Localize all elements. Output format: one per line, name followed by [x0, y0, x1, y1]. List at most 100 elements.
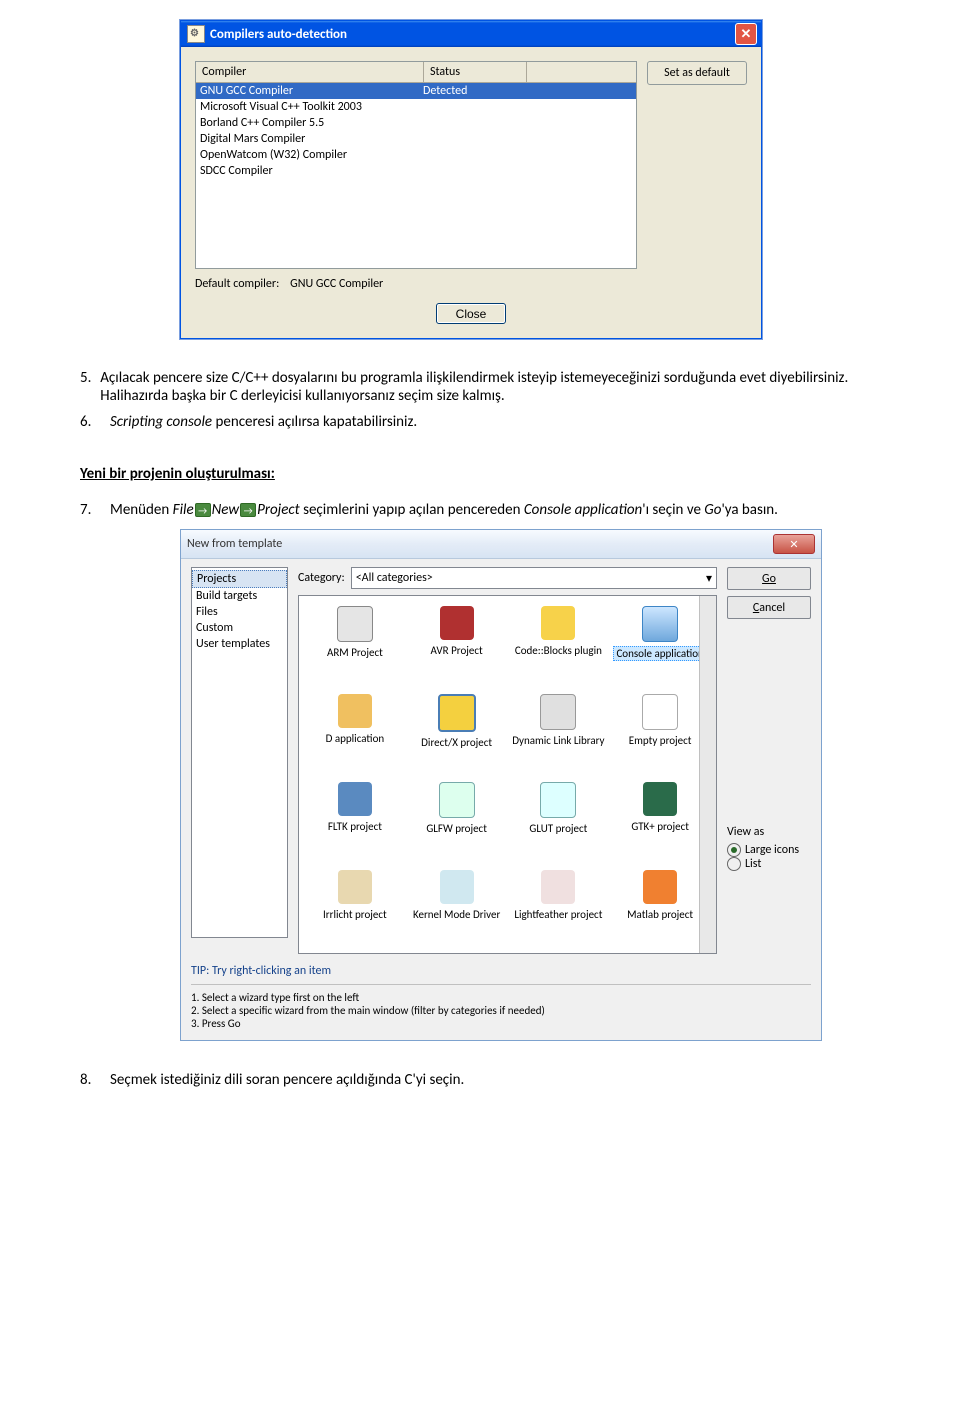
- titlebar: New from template ✕: [181, 530, 821, 559]
- compiler-list[interactable]: Compiler Status GNU GCC CompilerDetected…: [195, 61, 637, 269]
- template-icon: [438, 694, 476, 732]
- compiler-status: [419, 100, 636, 114]
- category-label: Category:: [298, 571, 345, 585]
- template-label: Dynamic Link Library: [512, 734, 604, 747]
- template-item[interactable]: Dynamic Link Library: [509, 690, 609, 776]
- compiler-name: Digital Mars Compiler: [196, 132, 419, 146]
- step-number: 5.: [80, 369, 100, 405]
- template-item[interactable]: Console application: [610, 602, 710, 688]
- wizard-type-item[interactable]: Custom: [192, 620, 287, 636]
- compiler-row[interactable]: Borland C++ Compiler 5.5: [196, 115, 636, 131]
- template-label: Kernel Mode Driver: [413, 908, 500, 921]
- titlebar: Compilers auto-detection ✕: [181, 21, 761, 47]
- close-button[interactable]: Close: [436, 303, 506, 324]
- compiler-status: [419, 116, 636, 130]
- menu-project: Project: [257, 501, 300, 519]
- step-number: 7.: [80, 501, 110, 519]
- category-row: Category: <All categories> ▾: [298, 567, 717, 589]
- wizard-type-item[interactable]: Projects: [192, 570, 287, 588]
- template-label: AVR Project: [431, 644, 483, 657]
- step-6: 6. Scripting console penceresi açılırsa …: [80, 413, 880, 431]
- template-item[interactable]: AVR Project: [407, 602, 507, 688]
- step-body: Seçmek istediğiniz dili soran pencere aç…: [110, 1071, 464, 1089]
- col-status-header[interactable]: Status: [424, 62, 527, 82]
- template-item[interactable]: Lightfeather project: [509, 866, 609, 952]
- template-label: Empty project: [629, 734, 692, 747]
- template-icon: [541, 870, 575, 904]
- compiler-row[interactable]: OpenWatcom (W32) Compiler: [196, 147, 636, 163]
- wizard-type-item[interactable]: Build targets: [192, 588, 287, 604]
- section-heading: Yeni bir projenin oluşturulması:: [80, 465, 880, 483]
- compiler-row[interactable]: Digital Mars Compiler: [196, 131, 636, 147]
- step-7: 7. Menüden File→New→Project seçimlerini …: [80, 501, 880, 519]
- wizard-type-item[interactable]: Files: [192, 604, 287, 620]
- footer-steps: 1. Select a wizard type first on the lef…: [191, 984, 811, 1030]
- compiler-row[interactable]: SDCC Compiler: [196, 163, 636, 179]
- chevron-down-icon: ▾: [706, 571, 712, 586]
- template-label: Lightfeather project: [514, 908, 602, 921]
- template-label: Matlab project: [627, 908, 693, 921]
- compiler-name: OpenWatcom (W32) Compiler: [196, 148, 419, 162]
- step-8: 8. Seçmek istediğiniz dili soran pencere…: [80, 1071, 880, 1089]
- template-item[interactable]: Irrlicht project: [305, 866, 405, 952]
- compiler-name: Microsoft Visual C++ Toolkit 2003: [196, 100, 419, 114]
- template-grid[interactable]: ARM Project AVR Project Code::Blocks plugi…: [298, 595, 717, 954]
- set-default-button[interactable]: Set as default: [647, 61, 747, 85]
- step-body: Scripting console penceresi açılırsa kap…: [110, 413, 417, 431]
- template-label: D application: [326, 732, 385, 745]
- list-header: Compiler Status: [196, 62, 636, 83]
- wizard-type-item[interactable]: User templates: [192, 636, 287, 652]
- compiler-row[interactable]: Microsoft Visual C++ Toolkit 2003: [196, 99, 636, 115]
- view-as-label: View as: [727, 825, 811, 839]
- template-item[interactable]: Direct/X project: [407, 690, 507, 776]
- template-icon: [643, 782, 677, 816]
- arrow-right-icon: →: [240, 503, 256, 517]
- go-button[interactable]: Go: [727, 567, 811, 590]
- template-item[interactable]: Code::Blocks plugin: [509, 602, 609, 688]
- template-icon: [642, 606, 678, 642]
- template-item[interactable]: Empty project: [610, 690, 710, 776]
- scripting-console-term: Scripting console: [110, 413, 212, 431]
- compiler-name: SDCC Compiler: [196, 164, 419, 178]
- view-large-radio[interactable]: Large icons: [727, 843, 811, 857]
- compiler-status: [419, 148, 636, 162]
- cancel-button[interactable]: Cancel: [727, 596, 811, 619]
- template-icon: [338, 694, 372, 728]
- template-item[interactable]: ARM Project: [305, 602, 405, 688]
- template-icon: [643, 870, 677, 904]
- template-item[interactable]: GLUT project: [509, 778, 609, 864]
- template-item[interactable]: FLTK project: [305, 778, 405, 864]
- template-label: GLUT project: [529, 822, 587, 835]
- menu-file: File: [173, 501, 194, 519]
- template-item[interactable]: Matlab project: [610, 866, 710, 952]
- dialog-body: Compiler Status GNU GCC CompilerDetected…: [181, 47, 761, 338]
- category-combobox[interactable]: <All categories> ▾: [351, 567, 717, 589]
- template-icon: [338, 782, 372, 816]
- step-5: 5. Açılacak pencere size C/C++ dosyaları…: [80, 369, 880, 405]
- template-label: Direct/X project: [421, 736, 492, 749]
- category-value: <All categories>: [356, 571, 433, 585]
- close-icon[interactable]: ✕: [773, 534, 815, 554]
- template-item[interactable]: GLFW project: [407, 778, 507, 864]
- col-compiler-header[interactable]: Compiler: [196, 62, 424, 82]
- compiler-status: Detected: [419, 84, 636, 98]
- close-icon[interactable]: ✕: [735, 23, 757, 45]
- compilers-dialog: Compilers auto-detection ✕ Compiler Stat…: [180, 20, 762, 339]
- arrow-right-icon: →: [195, 503, 211, 517]
- view-list-radio[interactable]: List: [727, 857, 811, 871]
- template-label: Irrlicht project: [323, 908, 387, 921]
- template-item[interactable]: Kernel Mode Driver: [407, 866, 507, 952]
- template-item[interactable]: D application: [305, 690, 405, 776]
- wizard-type-list[interactable]: ProjectsBuild targetsFilesCustomUser tem…: [191, 567, 288, 938]
- template-item[interactable]: GTK+ project: [610, 778, 710, 864]
- template-icon: [337, 606, 373, 642]
- template-label: Console application: [613, 646, 706, 661]
- radio-icon: [727, 857, 741, 871]
- template-icon: [338, 870, 372, 904]
- default-compiler-row: Default compiler: GNU GCC Compiler: [195, 277, 747, 291]
- footer-step: 3. Press Go: [191, 1017, 811, 1030]
- app-icon: [187, 25, 205, 43]
- window-title: Compilers auto-detection: [210, 27, 735, 42]
- compiler-row[interactable]: GNU GCC CompilerDetected: [196, 83, 636, 99]
- default-compiler-label: Default compiler:: [195, 277, 279, 291]
